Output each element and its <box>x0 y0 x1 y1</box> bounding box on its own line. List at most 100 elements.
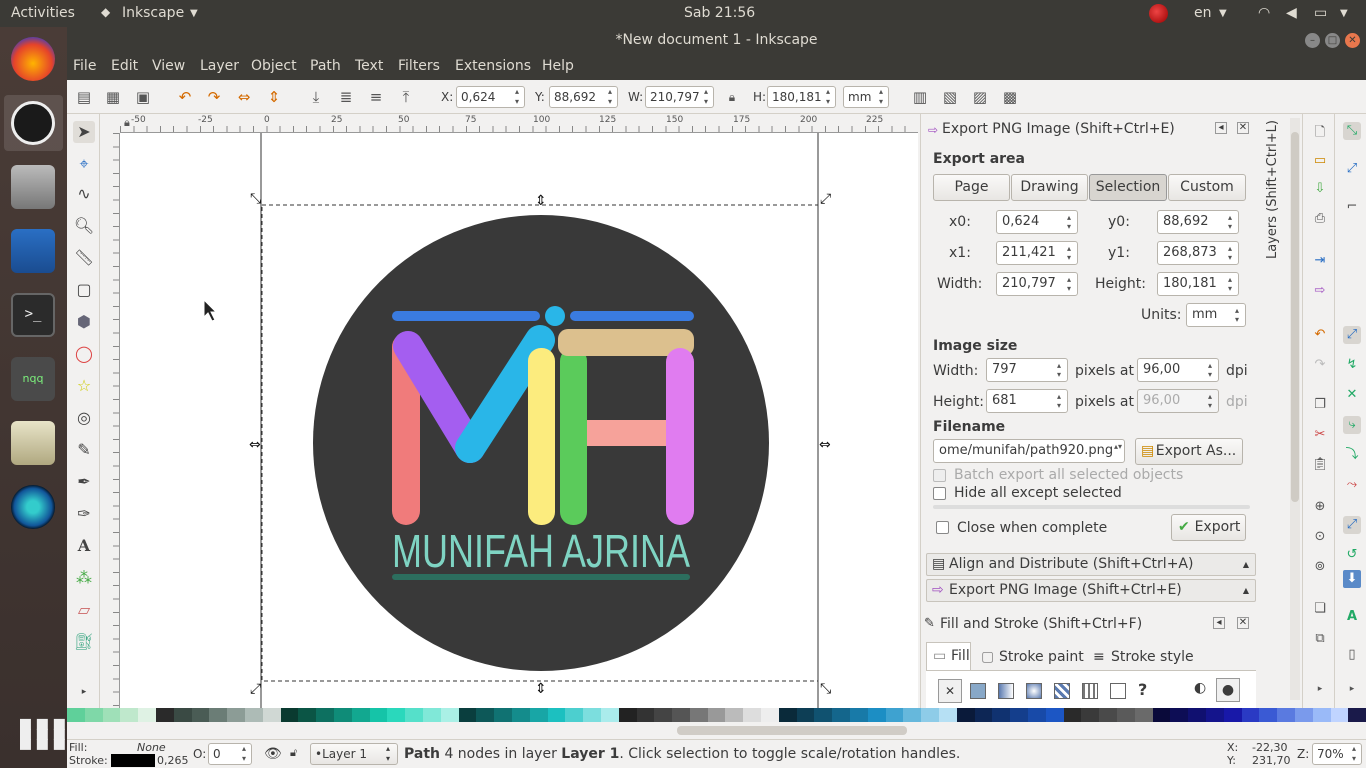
palette-swatch[interactable] <box>494 708 512 722</box>
move-gradients-icon[interactable]: ▨ <box>971 88 989 106</box>
text-tool-icon[interactable]: A <box>73 535 95 557</box>
tab-fill[interactable]: ▭ Fill <box>926 642 971 670</box>
palette-swatch[interactable] <box>1152 708 1171 722</box>
palette-swatch[interactable] <box>1223 708 1242 722</box>
firefox-icon[interactable] <box>11 37 55 81</box>
color-palette[interactable] <box>67 708 1366 722</box>
snap-bbox-icon[interactable]: ⤢ <box>1343 160 1361 178</box>
export-as-button[interactable]: ▤ Export As... <box>1135 438 1243 465</box>
palette-swatch[interactable] <box>725 708 744 722</box>
image-viewer-icon[interactable] <box>11 421 55 465</box>
palette-swatch[interactable] <box>903 708 922 722</box>
stroke-swatch[interactable] <box>111 754 155 767</box>
tab-stroke-paint[interactable]: ▢ Stroke paint <box>979 646 1089 670</box>
layers-tab[interactable]: Layers (Shift+Ctrl+L) <box>1262 120 1284 280</box>
palette-swatch[interactable] <box>850 708 868 722</box>
palette-swatch[interactable] <box>67 708 85 722</box>
raise-to-top-icon[interactable]: ⤒ <box>397 88 415 106</box>
wifi-icon[interactable]: ◠ <box>1258 5 1270 21</box>
palette-swatch[interactable] <box>921 708 940 722</box>
palette-swatch[interactable] <box>689 708 708 722</box>
palette-swatch[interactable] <box>1277 708 1295 722</box>
palette-swatch[interactable] <box>1241 708 1260 722</box>
panel-close-icon[interactable]: ✕ <box>1237 617 1249 629</box>
palette-swatch[interactable] <box>209 708 228 722</box>
palette-swatch[interactable] <box>1117 708 1135 722</box>
status-icon[interactable] <box>1149 4 1168 23</box>
pen-tool-icon[interactable]: ✒ <box>73 471 95 493</box>
export-icon[interactable]: ⇨ <box>1311 282 1329 300</box>
spray-tool-icon[interactable]: ⁂ <box>73 567 95 589</box>
y0-input[interactable]: 88,692 <box>1157 210 1239 234</box>
palette-swatch[interactable] <box>244 708 263 722</box>
palette-swatch[interactable] <box>120 708 139 722</box>
files-icon[interactable] <box>11 165 55 209</box>
palette-swatch[interactable] <box>636 708 655 722</box>
palette-swatch[interactable] <box>1259 708 1278 722</box>
minimize-button[interactable]: – <box>1305 33 1320 48</box>
rotate-ccw-icon[interactable]: ↶ <box>176 88 194 106</box>
3d-box-tool-icon[interactable]: ⬢ <box>73 311 95 333</box>
snap-nodes-icon[interactable]: ⤢ <box>1343 326 1361 344</box>
palette-swatch[interactable] <box>1294 708 1313 722</box>
snap-intersection-icon[interactable]: ✕ <box>1343 386 1361 404</box>
palette-swatch[interactable] <box>1206 708 1224 722</box>
zoom-selection-icon[interactable]: ⊕ <box>1311 498 1329 516</box>
opacity-input[interactable]: 0 <box>208 743 252 765</box>
eraser-tool-icon[interactable]: ▱ <box>73 599 95 621</box>
palette-swatch[interactable] <box>511 708 530 722</box>
pencil-tool-icon[interactable]: ✎ <box>73 439 95 461</box>
canvas-scrollbar[interactable] <box>67 722 1366 739</box>
palette-swatch[interactable] <box>440 708 459 722</box>
palette-swatch[interactable] <box>867 708 886 722</box>
open-icon[interactable]: ▭ <box>1311 152 1329 170</box>
palette-swatch[interactable] <box>796 708 815 722</box>
select-all-icon[interactable]: ▤ <box>75 88 93 106</box>
flat-color-icon[interactable] <box>970 683 986 699</box>
app-menu[interactable]: Inkscape <box>122 5 184 21</box>
scale-stroke-icon[interactable]: ▥ <box>911 88 929 106</box>
palette-swatch[interactable] <box>814 708 833 722</box>
palette-swatch[interactable] <box>280 708 299 722</box>
panel-scrollbar[interactable] <box>1290 118 1300 700</box>
palette-swatch[interactable] <box>405 708 423 722</box>
palette-swatch[interactable] <box>974 708 993 722</box>
area-selection-button[interactable]: Selection <box>1089 174 1167 201</box>
rotate-cw-icon[interactable]: ↷ <box>205 88 223 106</box>
palette-swatch[interactable] <box>956 708 975 722</box>
volume-icon[interactable]: ◀ <box>1286 5 1297 21</box>
inkscape-icon[interactable] <box>11 101 55 145</box>
palette-swatch[interactable] <box>1081 708 1100 722</box>
palette-swatch[interactable] <box>672 708 690 722</box>
battery-icon[interactable]: ▭ <box>1314 5 1327 21</box>
snap-cusp-icon[interactable]: ⤷ <box>1343 416 1361 434</box>
area-width-input[interactable]: 210,797 <box>996 272 1078 296</box>
activities-button[interactable]: Activities <box>11 5 75 21</box>
palette-swatch[interactable] <box>1028 708 1046 722</box>
rectangle-tool-icon[interactable]: ▢ <box>73 279 95 301</box>
export-button[interactable]: ✔ Export <box>1171 514 1246 541</box>
import-icon[interactable]: ⇥ <box>1311 252 1329 270</box>
area-height-input[interactable]: 180,181 <box>1157 272 1239 296</box>
height-input[interactable]: 180,181 <box>767 86 836 108</box>
palette-swatch[interactable] <box>832 708 851 722</box>
clock[interactable]: Sab 21:56 <box>684 5 755 21</box>
select-all-layers-icon[interactable]: ▦ <box>104 88 122 106</box>
palette-swatch[interactable] <box>298 708 317 722</box>
snap-center-icon[interactable]: ⤢ <box>1343 516 1361 534</box>
palette-swatch[interactable] <box>1010 708 1029 722</box>
palette-swatch[interactable] <box>173 708 192 722</box>
palette-swatch[interactable] <box>387 708 406 722</box>
snap-text-icon[interactable]: A <box>1343 608 1361 626</box>
snap-rotation-center-icon[interactable]: ↺ <box>1343 546 1361 564</box>
flip-horizontal-icon[interactable]: ⇔ <box>235 88 253 106</box>
swatch-icon[interactable] <box>1110 683 1126 699</box>
palette-swatch[interactable] <box>618 708 637 722</box>
panel-close-icon[interactable]: ✕ <box>1237 122 1249 134</box>
unset-paint-icon[interactable]: ? <box>1138 680 1147 699</box>
layer-lock-icon[interactable]: 🔓︎ <box>290 746 297 760</box>
clone-icon[interactable]: ⧉ <box>1311 630 1329 648</box>
snap-text-baseline-icon[interactable]: ⬇ <box>1343 570 1361 588</box>
disk-icon[interactable] <box>11 485 55 529</box>
palette-swatch[interactable] <box>369 708 388 722</box>
